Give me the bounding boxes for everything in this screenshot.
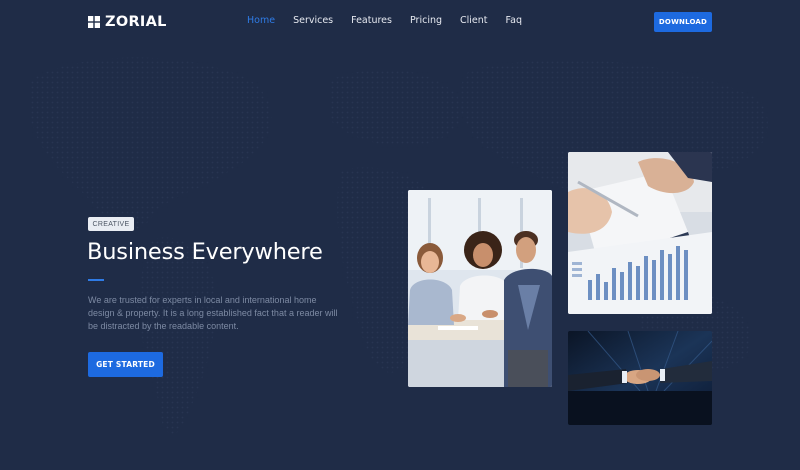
title-underline bbox=[88, 279, 104, 281]
team-meeting-photo bbox=[408, 190, 552, 387]
nav-home[interactable]: Home bbox=[247, 15, 275, 26]
nav-client[interactable]: Client bbox=[460, 15, 488, 26]
creative-badge: CREATIVE bbox=[88, 217, 134, 231]
chart-signing-photo bbox=[568, 152, 712, 314]
main-nav: Home Services Features Pricing Client Fa… bbox=[247, 15, 540, 26]
brand-name: ZORIAL bbox=[105, 14, 167, 30]
grid-logo-icon bbox=[88, 16, 100, 28]
hero-description: We are trusted for experts in local and … bbox=[88, 295, 338, 331]
hero-title: Business Everywhere bbox=[87, 239, 323, 265]
nav-features[interactable]: Features bbox=[351, 15, 392, 26]
nav-services[interactable]: Services bbox=[293, 15, 333, 26]
nav-faq[interactable]: Faq bbox=[506, 15, 522, 26]
download-button[interactable]: DOWNLOAD bbox=[654, 12, 712, 32]
get-started-button[interactable]: GET STARTED bbox=[88, 352, 163, 377]
brand-logo[interactable]: ZORIAL bbox=[88, 13, 167, 31]
nav-pricing[interactable]: Pricing bbox=[410, 15, 442, 26]
navbar: ZORIAL Home Services Features Pricing Cl… bbox=[0, 0, 800, 44]
handshake-photo bbox=[568, 331, 712, 425]
